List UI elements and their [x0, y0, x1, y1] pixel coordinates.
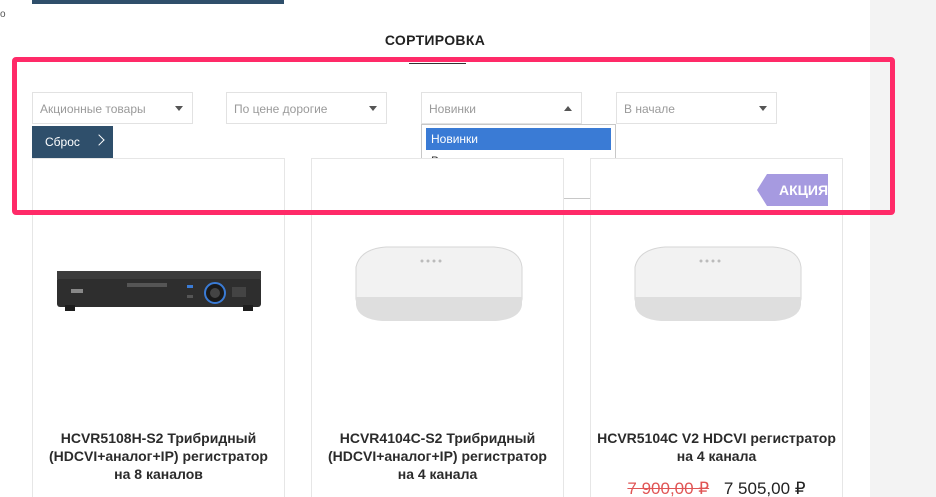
dvr-white-icon — [355, 246, 523, 321]
page-gutter — [870, 0, 936, 497]
reset-button-label: Сброс — [45, 135, 80, 149]
product-card[interactable]: HCVR5108H-S2 Трибридный (HDCVI+аналог+IP… — [32, 158, 285, 497]
chevron-down-icon — [175, 106, 183, 111]
top-bar — [32, 0, 284, 4]
old-price: 7 900,00 ₽ — [627, 479, 710, 497]
product-name[interactable]: HCVR4104C-S2 Трибридный (HDCVI+аналог+IP… — [318, 429, 557, 483]
reset-button[interactable]: Сброс — [32, 126, 113, 158]
dvr-white-icon — [634, 246, 802, 321]
chevron-down-icon — [759, 106, 767, 111]
chevron-down-icon — [369, 106, 377, 111]
sort-underline — [409, 63, 466, 64]
novelty-sort-select[interactable]: Новинки — [421, 92, 582, 124]
sale-badge: АКЦИЯ — [757, 174, 828, 206]
position-sort-value: В начале — [624, 102, 675, 116]
product-card[interactable]: HCVR5104C V2 HDCVI регистратор на 4 кана… — [590, 158, 843, 497]
product-name[interactable]: HCVR5104C V2 HDCVI регистратор на 4 кана… — [597, 429, 836, 465]
filter-promo-select[interactable]: Акционные товары — [32, 92, 193, 124]
new-price: 7 505,00 ₽ — [723, 479, 806, 497]
dvr-black-icon — [57, 271, 261, 311]
price-sort-select[interactable]: По цене дорогие — [226, 92, 387, 124]
product-card[interactable]: HCVR4104C-S2 Трибридный (HDCVI+аналог+IP… — [311, 158, 564, 497]
filter-promo-value: Акционные товары — [40, 102, 146, 116]
chevron-up-icon — [564, 106, 572, 111]
sort-title: СОРТИРОВКА — [384, 32, 486, 48]
novelty-sort-value: Новинки — [429, 102, 476, 116]
truncated-text: o — [0, 9, 6, 20]
price-row: 7 900,00 ₽ 7 505,00 ₽ — [591, 479, 842, 497]
dropdown-option-novinki[interactable]: Новинки — [426, 128, 611, 150]
chevron-right-icon — [93, 134, 105, 146]
product-name[interactable]: HCVR5108H-S2 Трибридный (HDCVI+аналог+IP… — [39, 429, 278, 483]
price-sort-value: По цене дорогие — [234, 102, 328, 116]
position-sort-select[interactable]: В начале — [616, 92, 777, 124]
